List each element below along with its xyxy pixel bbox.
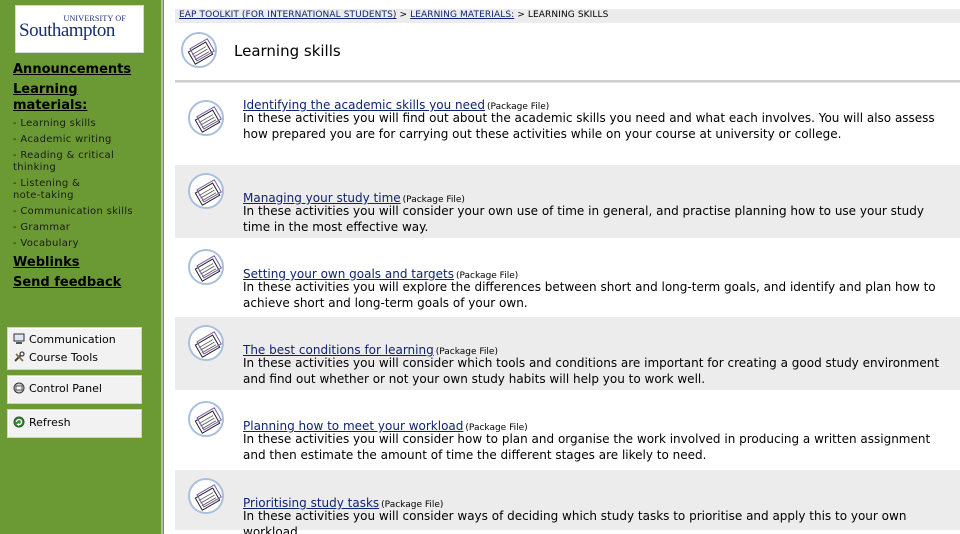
nav-weblinks[interactable]: Weblinks (13, 255, 80, 270)
item-description: In these activities you will consider ho… (243, 432, 931, 462)
refresh-button[interactable]: Refresh (13, 416, 71, 430)
breadcrumb-separator: > (514, 10, 528, 20)
breadcrumb-learning-materials[interactable]: LEARNING MATERIALS: (410, 10, 514, 20)
control-panel-button[interactable]: Control Panel (13, 382, 102, 396)
tools-box: Communication Course Tools (7, 327, 142, 370)
content-item: Setting your own goals and targets (Packa… (175, 241, 960, 314)
nav-learning-materials-cont[interactable]: materials: (13, 98, 87, 114)
package-file-icon (188, 173, 224, 209)
refresh-icon (13, 416, 25, 428)
nav-vocabulary[interactable]: - Vocabulary (13, 238, 153, 250)
package-file-icon (188, 401, 224, 437)
nav-grammar[interactable]: - Grammar (13, 222, 153, 234)
item-description: In these activities you will explore the… (243, 280, 936, 310)
content-item: The best conditions for learning (Package… (175, 317, 960, 390)
nav-announcements[interactable]: Announcements (13, 62, 131, 77)
breadcrumb-current: LEARNING SKILLS (527, 10, 609, 20)
communication-label: Communication (29, 333, 116, 346)
page-title: Learning skills (234, 42, 341, 60)
item-description: In these activities you will consider wa… (243, 509, 907, 534)
package-file-icon (181, 32, 217, 68)
title-divider (175, 80, 960, 83)
nav-communication-skills[interactable]: - Communication skills (13, 206, 153, 218)
nav-reading-critical-cont[interactable]: thinking (13, 162, 153, 174)
nav-learning-materials[interactable]: Learning (13, 82, 78, 98)
control-panel-label: Control Panel (29, 382, 102, 395)
nav-listening[interactable]: - Listening & (13, 178, 153, 190)
control-panel-box: Control Panel (7, 375, 142, 404)
content-item: Identifying the academic skills you need… (175, 92, 960, 165)
sidebar-divider-accent (163, 0, 164, 534)
refresh-label: Refresh (29, 416, 71, 429)
nav-listening-cont[interactable]: note-taking (13, 190, 153, 202)
communication-link[interactable]: Communication (13, 333, 116, 347)
breadcrumb-separator: > (396, 10, 411, 20)
content-item: Planning how to meet your workload (Packa… (175, 393, 960, 466)
package-file-icon (188, 249, 224, 285)
course-tools-label: Course Tools (29, 351, 98, 364)
logo-southampton: Southampton (19, 20, 115, 41)
tools-icon (14, 351, 25, 362)
control-panel-icon (13, 382, 25, 394)
package-file-icon (188, 325, 224, 361)
refresh-box: Refresh (7, 409, 142, 438)
nav-academic-writing[interactable]: - Academic writing (13, 134, 153, 146)
nav-send-feedback[interactable]: Send feedback (13, 275, 121, 290)
breadcrumb-eap-toolkit[interactable]: EAP TOOLKIT (FOR INTERNATIONAL STUDENTS) (179, 10, 397, 20)
monitor-icon (13, 333, 25, 344)
item-description: In these activities you will consider wh… (243, 356, 940, 386)
nav-learning-skills[interactable]: - Learning skills (13, 118, 153, 130)
breadcrumb: EAP TOOLKIT (FOR INTERNATIONAL STUDENTS)… (179, 10, 608, 20)
package-file-icon (188, 478, 224, 514)
course-tools-link[interactable]: Course Tools (13, 351, 98, 365)
university-logo[interactable]: UNIVERSITY OF Southampton (15, 5, 144, 53)
item-description: In these activities you will consider yo… (243, 204, 924, 234)
content-item: Managing your study time (Package File) I… (175, 165, 960, 238)
package-file-icon (188, 100, 224, 136)
nav-reading-critical[interactable]: - Reading & critical (13, 150, 153, 162)
item-description: In these activities you will find out ab… (243, 111, 935, 141)
content-item: Prioritising study tasks (Package File) I… (175, 470, 960, 534)
